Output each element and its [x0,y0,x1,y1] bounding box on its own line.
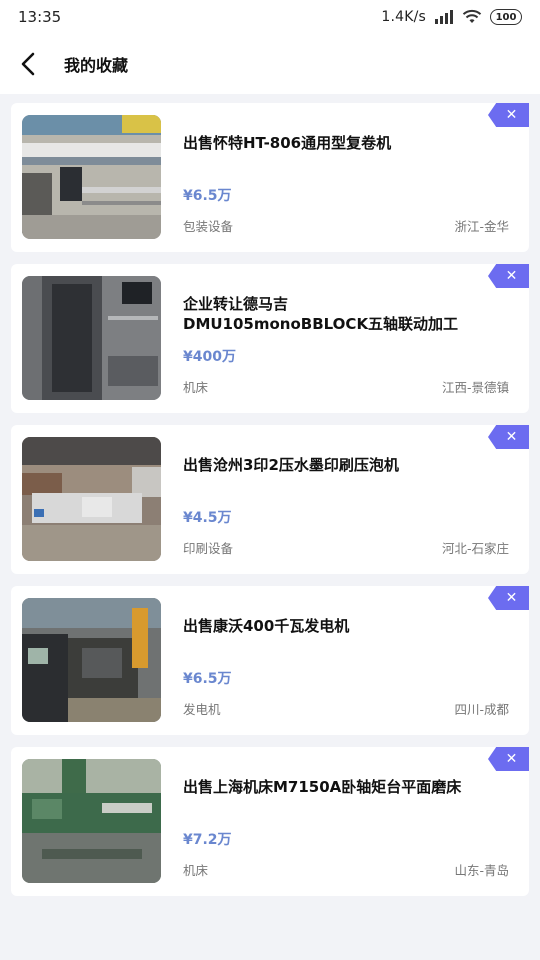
item-category: 机床 [183,863,209,878]
remove-favorite-button[interactable]: ✕ [488,103,529,127]
item-category: 印刷设备 [183,541,234,556]
back-button[interactable] [0,34,58,94]
status-right: 1.4K/s 100 [381,9,522,25]
chevron-left-icon [21,52,35,76]
status-bar: 13:35 1.4K/s 100 [0,0,540,34]
item-info: 出售沧州3印2压水墨印刷压泡机 ¥4.5万 印刷设备 河北-石家庄 [183,425,509,574]
list-item[interactable]: 企业转让德马吉DMU105monoBBLOCK五轴联动加工 ¥400万 机床 江… [11,264,529,413]
item-title: 出售康沃400千瓦发电机 [183,617,350,635]
item-price: ¥6.5万 [183,671,232,687]
product-image [22,759,161,883]
list-item[interactable]: 出售上海机床M7150A卧轴矩台平面磨床 ¥7.2万 机床 山东-青岛 ✕ [11,747,529,896]
remove-favorite-button[interactable]: ✕ [488,264,529,288]
status-time: 13:35 [18,8,62,26]
product-image [22,598,161,722]
item-info: 企业转让德马吉DMU105monoBBLOCK五轴联动加工 ¥400万 机床 江… [183,264,509,413]
favorites-list: 出售怀特HT-806通用型复卷机 ¥6.5万 包装设备 浙江-金华 ✕ 企业转让… [11,103,529,908]
page-title: 我的收藏 [64,56,129,75]
item-title: 出售上海机床M7150A卧轴矩台平面磨床 [183,778,462,796]
item-info: 出售怀特HT-806通用型复卷机 ¥6.5万 包装设备 浙江-金华 [183,103,509,252]
item-info: 出售康沃400千瓦发电机 ¥6.5万 发电机 四川-成都 [183,586,509,735]
product-image [22,115,161,239]
item-title: 企业转让德马吉DMU105monoBBLOCK五轴联动加工 [183,295,459,333]
product-image [22,276,161,400]
list-item[interactable]: 出售康沃400千瓦发电机 ¥6.5万 发电机 四川-成都 ✕ [11,586,529,735]
item-category: 发电机 [183,702,221,717]
item-price: ¥7.2万 [183,832,232,848]
product-image [22,437,161,561]
close-icon: ✕ [505,590,518,606]
item-location: 四川-成都 [454,702,509,717]
list-item[interactable]: 出售沧州3印2压水墨印刷压泡机 ¥4.5万 印刷设备 河北-石家庄 ✕ [11,425,529,574]
wifi-icon [462,9,482,25]
remove-favorite-button[interactable]: ✕ [488,747,529,771]
item-info: 出售上海机床M7150A卧轴矩台平面磨床 ¥7.2万 机床 山东-青岛 [183,747,509,896]
item-location: 河北-石家庄 [441,541,509,556]
item-title: 出售怀特HT-806通用型复卷机 [183,134,392,152]
list-item[interactable]: 出售怀特HT-806通用型复卷机 ¥6.5万 包装设备 浙江-金华 ✕ [11,103,529,252]
item-title: 出售沧州3印2压水墨印刷压泡机 [183,456,399,474]
net-speed: 1.4K/s [381,9,426,25]
header: 我的收藏 [0,34,540,94]
item-price: ¥4.5万 [183,510,232,526]
item-price: ¥6.5万 [183,188,232,204]
close-icon: ✕ [505,429,518,445]
close-icon: ✕ [505,751,518,767]
item-price: ¥400万 [183,349,236,365]
item-location: 江西-景德镇 [441,380,509,395]
signal-icon [434,10,454,24]
item-category: 机床 [183,380,209,395]
item-category: 包装设备 [183,219,234,234]
close-icon: ✕ [505,107,518,123]
item-location: 山东-青岛 [454,863,509,878]
remove-favorite-button[interactable]: ✕ [488,586,529,610]
close-icon: ✕ [505,268,518,284]
battery-icon: 100 [490,9,522,25]
remove-favorite-button[interactable]: ✕ [488,425,529,449]
item-location: 浙江-金华 [454,219,509,234]
